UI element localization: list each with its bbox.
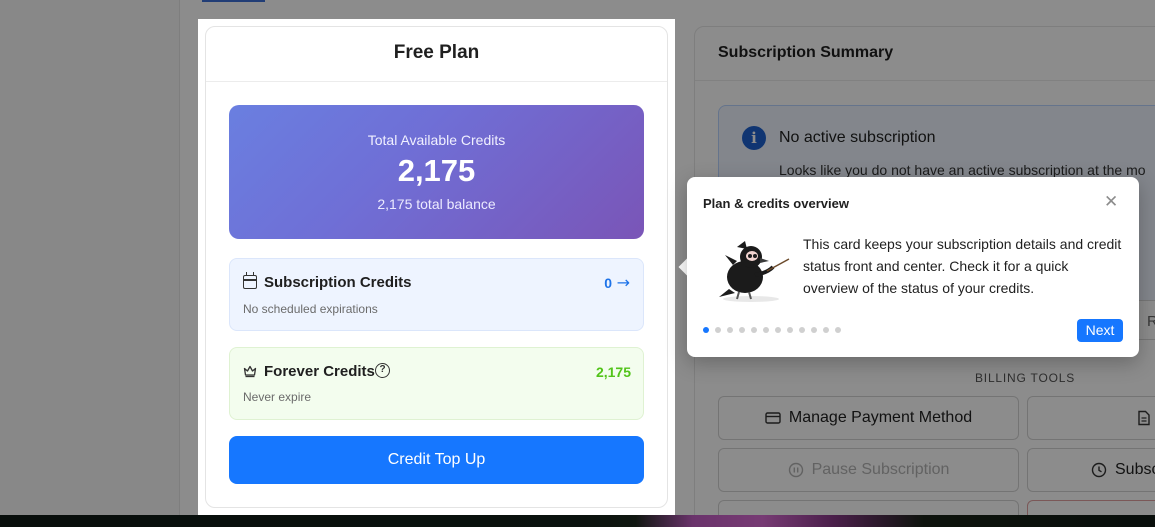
forever-credits-note: Never expire <box>243 390 312 404</box>
plan-divider <box>206 81 667 82</box>
subscription-credits-title: Subscription Credits <box>264 274 412 291</box>
forever-credits-value: 2,175 <box>595 364 631 380</box>
tour-step-dot <box>835 327 841 333</box>
tour-step-dot <box>703 327 709 333</box>
total-credits-label: Total Available Credits <box>367 132 506 148</box>
tour-step-dot <box>799 327 805 333</box>
crown-icon <box>243 365 257 378</box>
tour-step-dot <box>763 327 769 333</box>
next-button[interactable]: Next <box>1077 319 1123 342</box>
tour-step-dot <box>727 327 733 333</box>
tour-step-dots <box>703 327 841 333</box>
total-credits-panel: Total Available Credits 2,175 2,175 tota… <box>229 105 644 239</box>
tour-step-dot <box>751 327 757 333</box>
arrow-right-icon[interactable]: → <box>617 273 630 292</box>
subscription-credits-row[interactable]: Subscription Credits 0 → No scheduled ex… <box>229 258 644 331</box>
tour-title: Plan & credits overview <box>703 196 849 211</box>
subscription-credits-note: No scheduled expirations <box>243 302 378 316</box>
close-icon[interactable]: ✕ <box>1104 192 1118 212</box>
question-circle-icon[interactable]: ? <box>375 363 390 378</box>
tour-step-dot <box>787 327 793 333</box>
tour-step-dot <box>811 327 817 333</box>
tour-popover: Plan & credits overview ✕ This card keep… <box>687 177 1139 357</box>
tour-step-dot <box>739 327 745 333</box>
forever-credits-title: Forever Credits <box>264 363 375 380</box>
forever-credits-row: Forever Credits ? 2,175 Never expire <box>229 347 644 420</box>
crow-mascot-illustration <box>719 241 790 302</box>
calendar-icon <box>243 272 257 289</box>
credit-top-up-button[interactable]: Credit Top Up <box>229 436 644 484</box>
total-balance-text: 2,175 total balance <box>377 196 496 212</box>
total-credits-value: 2,175 <box>397 153 476 188</box>
tour-body: This card keeps your subscription detail… <box>803 236 1122 296</box>
plan-title: Free Plan <box>393 42 480 63</box>
subscription-credits-value: 0 <box>604 275 612 291</box>
tour-step-dot <box>715 327 721 333</box>
tour-step-dot <box>775 327 781 333</box>
tour-step-dot <box>823 327 829 333</box>
